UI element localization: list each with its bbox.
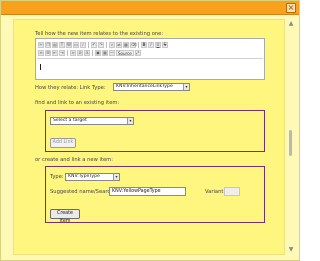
text-caret (40, 64, 41, 70)
find-link-heading: find and link to an existing item: (35, 100, 120, 106)
editor-toolbar-row-1: ✂ ❐ ▤ T W ▭ ✓ ↶ ↷ ⌕ ⇄ ▦ ⌫ B I U S (38, 41, 168, 49)
close-icon: × (287, 3, 295, 12)
maximize-icon[interactable]: ⤢ (134, 50, 141, 56)
dialog-window: × ▲ ▼ Tell how the new item relates to t… (0, 0, 300, 261)
suggested-name-label: Suggested name/Search: (50, 189, 116, 195)
link-type-value: KNV:InheritanceLinkType (116, 84, 173, 89)
underline-icon[interactable]: U (155, 42, 161, 48)
undo-icon[interactable]: ↶ (91, 42, 97, 48)
bulleted-list-icon[interactable]: ☰ (45, 50, 51, 56)
dropdown-arrow-icon: ▾ (113, 174, 119, 180)
dropdown-arrow-icon: ▾ (183, 84, 189, 90)
paste-icon[interactable]: ▤ (52, 42, 58, 48)
find-link-box: Select a target ▾ Add Link (45, 110, 265, 152)
toolbar-separator (67, 50, 68, 56)
scroll-thumb[interactable] (289, 130, 292, 156)
toolbar-separator (106, 42, 107, 48)
type-label: Type: (50, 174, 64, 180)
bold-icon[interactable]: B (141, 42, 147, 48)
table-icon[interactable]: ▦ (102, 50, 108, 56)
link-icon[interactable]: ∞ (70, 50, 76, 56)
scroll-down-arrow-icon[interactable]: ▼ (288, 247, 294, 253)
remove-format-icon[interactable]: ⌫ (130, 42, 137, 48)
redo-icon[interactable]: ↷ (98, 42, 104, 48)
type-select[interactable]: KNV:TypeType ▾ (65, 173, 120, 181)
paste-text-icon[interactable]: T (59, 42, 65, 48)
toolbar-separator (88, 42, 89, 48)
indent-icon[interactable]: ⇥ (59, 50, 65, 56)
link-type-select[interactable]: KNV:InheritanceLinkType ▾ (113, 83, 190, 91)
rich-text-editor[interactable]: ✂ ❐ ▤ T W ▭ ✓ ↶ ↷ ⌕ ⇄ ▦ ⌫ B I U S ≡ ☰ ⇤ … (35, 38, 265, 80)
unlink-icon[interactable]: ⊘ (77, 50, 83, 56)
cut-icon[interactable]: ✂ (38, 42, 44, 48)
type-select-value: KNV:TypeType (68, 174, 100, 179)
outdent-icon[interactable]: ⇤ (52, 50, 58, 56)
toolbar-separator (92, 50, 93, 56)
spellcheck-icon[interactable]: ✓ (80, 42, 86, 48)
create-link-heading: or create and link a new item: (35, 157, 113, 163)
select-all-icon[interactable]: ▦ (123, 42, 129, 48)
target-select[interactable]: Select a target ▾ (50, 117, 134, 125)
suggested-name-input[interactable]: KNV:YellowPageType (109, 187, 186, 196)
numbered-list-icon[interactable]: ≡ (38, 50, 44, 56)
close-button[interactable]: × (286, 3, 296, 13)
editor-instruction: Tell how the new item relates to the exi… (35, 31, 164, 37)
print-icon[interactable]: ▭ (73, 42, 79, 48)
variant-label: Variant: (205, 189, 226, 195)
copy-icon[interactable]: ❐ (45, 42, 51, 48)
dialog-titlebar[interactable]: × (1, 1, 299, 15)
scroll-up-arrow-icon[interactable]: ▲ (288, 21, 294, 27)
find-icon[interactable]: ⌕ (109, 42, 115, 48)
replace-icon[interactable]: ⇄ (116, 42, 122, 48)
image-icon[interactable]: ▣ (95, 50, 101, 56)
relation-label: How they relate: Link Type: (35, 85, 106, 91)
create-link-box: Type: KNV:TypeType ▾ Suggested name/Sear… (45, 166, 265, 224)
source-button[interactable]: Source (116, 50, 134, 56)
strike-icon[interactable]: S (162, 42, 168, 48)
dropdown-arrow-icon: ▾ (127, 118, 133, 124)
create-item-button[interactable]: Create Item (50, 209, 80, 224)
add-link-button[interactable]: Add Link (50, 138, 76, 148)
target-select-value: Select a target (53, 118, 87, 123)
anchor-icon[interactable]: ⚓ (84, 50, 90, 56)
editor-text-area[interactable] (37, 58, 263, 78)
vertical-scrollbar[interactable]: ▲ ▼ (287, 21, 295, 253)
toolbar-separator (138, 42, 139, 48)
horizontal-rule-icon[interactable]: — (109, 50, 115, 56)
variant-input[interactable] (224, 187, 240, 196)
paste-word-icon[interactable]: W (66, 42, 72, 48)
italic-icon[interactable]: I (148, 42, 154, 48)
editor-toolbar-row-2: ≡ ☰ ⇤ ⇥ ∞ ⊘ ⚓ ▣ ▦ — Source ⤢ (38, 49, 141, 57)
